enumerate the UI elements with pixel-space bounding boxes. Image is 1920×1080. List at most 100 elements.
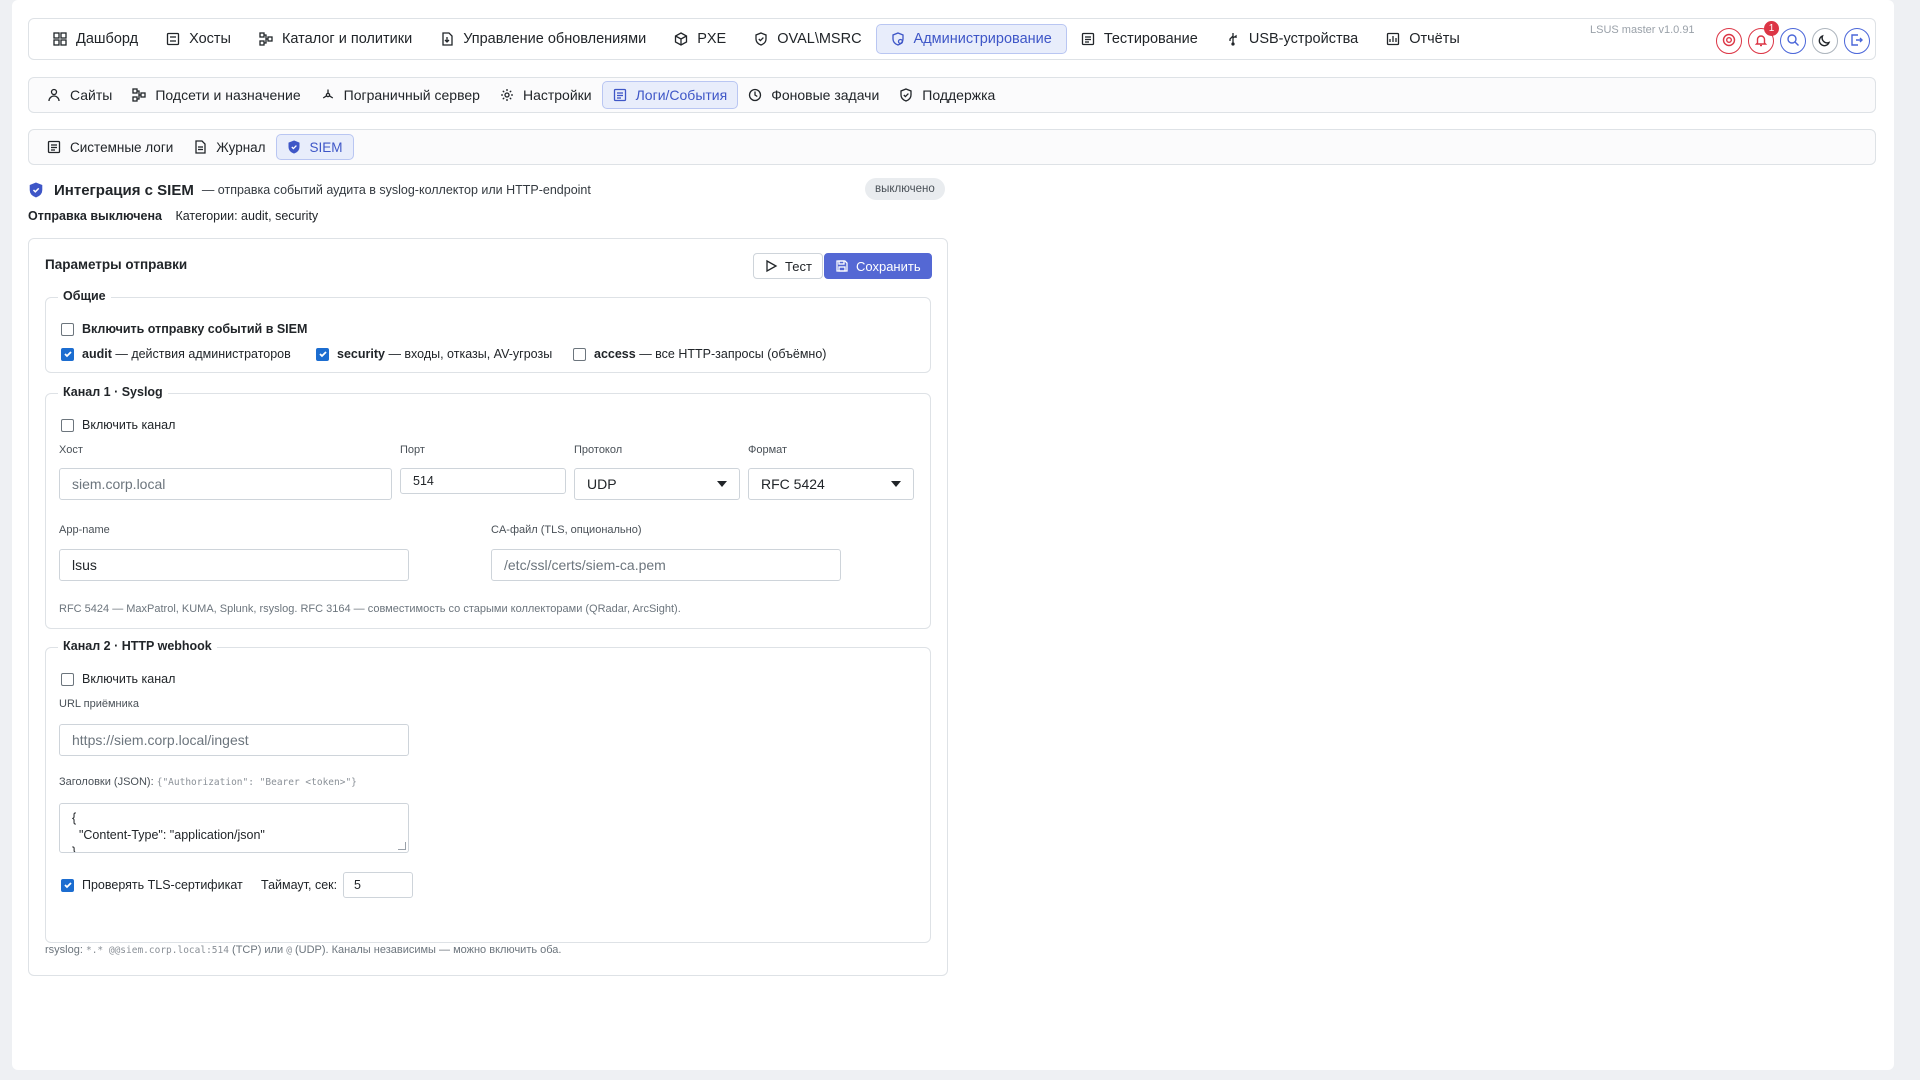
nav-hosts[interactable]: Хосты xyxy=(152,24,245,54)
settings-card: Параметры отправки Тест Сохранить Общие … xyxy=(28,238,948,976)
search-button[interactable] xyxy=(1780,28,1806,54)
syslog-icon xyxy=(47,140,61,154)
nav-updates-label: Управление обновлениями xyxy=(463,31,647,47)
timeout-row: Таймаут, сек: xyxy=(261,878,337,892)
subnav-settings[interactable]: Настройки xyxy=(490,81,602,109)
nav-pxe[interactable]: PXE xyxy=(660,24,740,54)
subnav-jobs-label: Фоновые задачи xyxy=(771,87,880,103)
syslog-enable-checkbox[interactable]: Включить канал xyxy=(61,418,175,432)
support-icon xyxy=(899,88,913,102)
notifications-button[interactable]: 1 xyxy=(1748,21,1779,54)
subnav-subnets[interactable]: Подсети и назначение xyxy=(122,81,310,109)
clock-icon xyxy=(748,88,762,102)
nav-reports[interactable]: Отчёты xyxy=(1372,24,1474,54)
nav-catalog-label: Каталог и политики xyxy=(281,31,413,47)
timeout-input[interactable]: 5 xyxy=(343,872,413,898)
format-select[interactable]: RFC 5424 xyxy=(748,468,914,500)
card-title: Параметры отправки xyxy=(45,257,188,272)
webhook-legend: Канал 2 · HTTP webhook xyxy=(58,639,217,653)
nav-testing[interactable]: Тестирование xyxy=(1067,24,1212,54)
categories-text: Категории: audit, security xyxy=(175,209,319,223)
nav-dashboard[interactable]: Дашборд xyxy=(39,24,152,54)
format-value: RFC 5424 xyxy=(761,476,825,492)
test-button[interactable]: Тест xyxy=(753,253,823,279)
host-input[interactable]: siem.corp.local xyxy=(59,468,392,500)
checkbox-box[interactable] xyxy=(61,878,74,892)
audit-checkbox[interactable]: audit — действия администраторов xyxy=(61,347,291,361)
nav-oval-label: OVAL\MSRC xyxy=(777,31,862,47)
nav-usb-label: USB-устройства xyxy=(1248,31,1359,47)
usb-icon xyxy=(1226,32,1240,46)
network-icon xyxy=(132,88,147,102)
nav-usb[interactable]: USB-устройства xyxy=(1212,24,1372,54)
status-badge: выключено xyxy=(865,178,945,200)
logout-button[interactable] xyxy=(1844,28,1870,54)
checkbox-box[interactable] xyxy=(61,322,74,336)
page-header: Интеграция с SIEM — отправка событий ауд… xyxy=(28,178,948,202)
access-desc: — все HTTP-запросы (объёмно) xyxy=(639,347,827,361)
host-label: Хост xyxy=(59,444,83,456)
status-text: Отправка выключена xyxy=(28,209,162,223)
checkbox-box[interactable] xyxy=(61,347,74,361)
subnav-edge-label: Пограничный сервер xyxy=(343,87,480,103)
subnav-jobs[interactable]: Фоновые задачи xyxy=(738,81,889,109)
cafile-label: CA-файл (TLS, опционально) xyxy=(491,524,642,536)
lifebuoy-icon xyxy=(1722,33,1736,50)
subnav-support-label: Поддержка xyxy=(922,87,996,103)
syslog-enable-label: Включить канал xyxy=(82,418,176,432)
tab-system-logs[interactable]: Системные логи xyxy=(37,134,183,160)
nav-pxe-label: PXE xyxy=(697,31,727,47)
play-icon xyxy=(764,259,778,273)
checkbox-box[interactable] xyxy=(61,418,74,432)
cafile-input[interactable]: /etc/ssl/certs/siem-ca.pem xyxy=(491,549,841,581)
theme-toggle-button[interactable] xyxy=(1812,28,1838,54)
support-lifebuoy-button[interactable] xyxy=(1716,28,1742,54)
access-checkbox[interactable]: access — все HTTP-запросы (объёмно) xyxy=(573,347,826,361)
syslog-legend: Канал 1 · Syslog xyxy=(58,385,168,399)
port-label: Порт xyxy=(400,444,425,456)
subnav-edge[interactable]: Пограничный сервер xyxy=(311,81,490,109)
shield-title-icon xyxy=(28,182,44,198)
nav-oval[interactable]: OVAL\MSRC xyxy=(740,24,875,54)
journal-icon xyxy=(193,140,207,154)
resize-grip-icon[interactable] xyxy=(398,842,406,850)
tab-journal[interactable]: Журнал xyxy=(183,134,275,160)
subnav-support[interactable]: Поддержка xyxy=(889,81,1005,109)
checkbox-box[interactable] xyxy=(61,672,74,686)
nav-catalog[interactable]: Каталог и политики xyxy=(245,24,426,54)
protocol-select[interactable]: UDP xyxy=(574,468,740,500)
footer-code-udp: @ xyxy=(286,945,292,956)
headers-textarea[interactable]: { "Content-Type": "application/json" } xyxy=(59,803,409,853)
flask-icon xyxy=(1081,32,1095,46)
nav-admin[interactable]: Администрирование xyxy=(875,24,1067,54)
url-label: URL приёмника xyxy=(59,698,139,710)
headers-label-row: Заголовки (JSON): {"Authorization": "Bea… xyxy=(59,776,357,788)
security-checkbox[interactable]: security — входы, отказы, AV-угрозы xyxy=(316,347,552,361)
format-hint: RFC 5424 — MaxPatrol, KUMA, Splunk, rsys… xyxy=(59,603,681,615)
moon-icon xyxy=(1818,33,1832,50)
url-input[interactable]: https://siem.corp.local/ingest xyxy=(59,724,409,756)
save-button-label: Сохранить xyxy=(856,258,921,274)
webhook-enable-checkbox[interactable]: Включить канал xyxy=(61,672,175,686)
shield-check-icon xyxy=(754,32,768,46)
report-icon xyxy=(1386,32,1400,46)
admin-icon xyxy=(891,32,905,46)
tls-checkbox[interactable]: Проверять TLS-сертификат xyxy=(61,878,243,892)
appname-input[interactable]: lsus xyxy=(59,549,409,581)
port-input[interactable]: 514 xyxy=(400,468,566,494)
gear-icon xyxy=(500,88,514,102)
nav-testing-label: Тестирование xyxy=(1103,31,1198,47)
subnav-sites[interactable]: Сайты xyxy=(37,81,122,109)
tab-siem[interactable]: SIEM xyxy=(275,134,354,160)
grid-icon xyxy=(53,32,67,46)
subnav-logs[interactable]: Логи/События xyxy=(601,81,739,109)
save-button[interactable]: Сохранить xyxy=(824,253,932,279)
checkbox-box[interactable] xyxy=(316,347,329,361)
audit-name: audit xyxy=(82,347,112,361)
checkbox-box[interactable] xyxy=(573,347,586,361)
enable-siem-label: Включить отправку событий в SIEM xyxy=(82,322,308,336)
nav-updates[interactable]: Управление обновлениями xyxy=(426,24,660,54)
nav-admin-label: Администрирование xyxy=(913,31,1052,47)
enable-siem-checkbox[interactable]: Включить отправку событий в SIEM xyxy=(61,322,307,336)
subnav-subnets-label: Подсети и назначение xyxy=(155,87,301,103)
